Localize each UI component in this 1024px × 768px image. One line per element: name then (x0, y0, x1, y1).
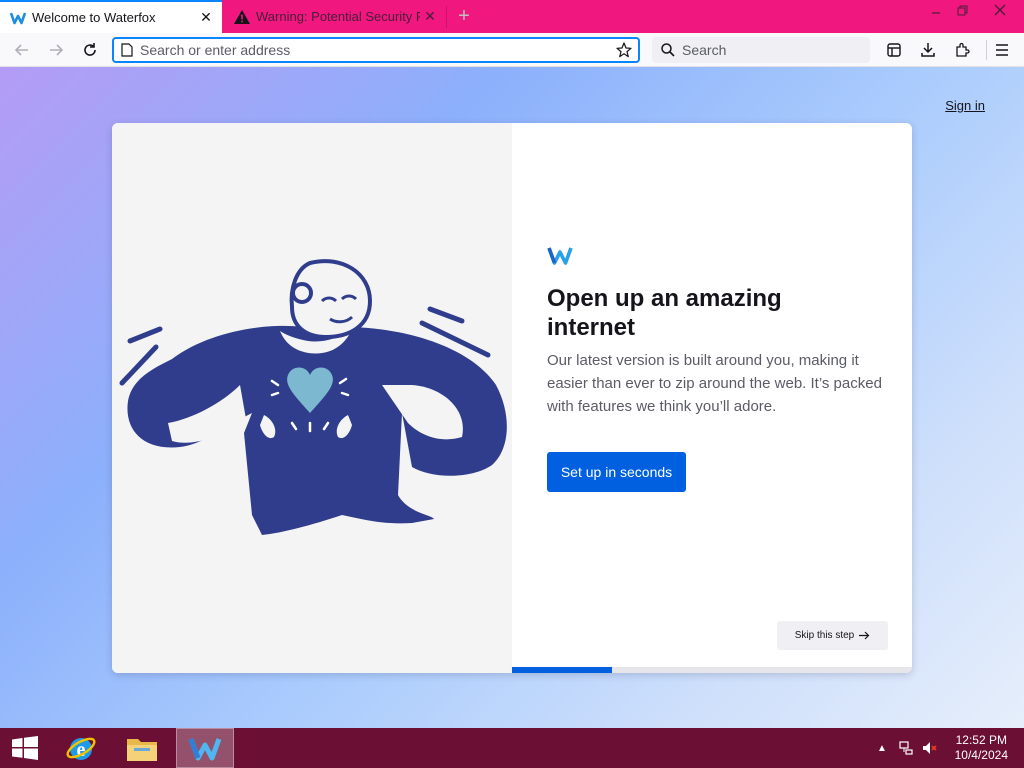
waterfox-icon (10, 10, 26, 26)
set-up-button[interactable]: Set up in seconds (547, 452, 686, 492)
system-clock[interactable]: 12:52 PM 10/4/2024 (955, 733, 1008, 763)
warning-icon (234, 9, 250, 25)
tab-security-warning[interactable]: Warning: Potential Security Risk Ahead ✕ (224, 0, 446, 33)
page-content: Sign in Open up an amazing internet Our … (0, 67, 1024, 728)
reader-view-icon[interactable] (882, 38, 906, 62)
waterfox-taskbar-button[interactable] (176, 728, 234, 768)
close-tab-icon[interactable]: ✕ (420, 7, 440, 27)
arrow-right-icon (859, 631, 870, 640)
extensions-icon[interactable] (950, 38, 974, 62)
back-arrow-icon[interactable] (10, 38, 34, 62)
network-icon[interactable] (898, 740, 914, 756)
welcome-panel: Open up an amazing internet Our latest v… (512, 123, 912, 673)
sign-in-link[interactable]: Sign in (945, 98, 985, 113)
heart-person-illustration (119, 259, 507, 535)
page-title: Open up an amazing internet (547, 285, 782, 341)
skip-step-button[interactable]: Skip this step (777, 621, 888, 650)
address-bar[interactable] (112, 37, 640, 63)
forward-arrow-icon[interactable] (44, 38, 68, 62)
new-tab-icon[interactable]: + (452, 4, 476, 28)
tab-strip: Welcome to Waterfox ✕ Warning: Potential… (0, 0, 1024, 33)
search-input[interactable] (682, 42, 870, 58)
skip-step-label: Skip this step (794, 630, 855, 641)
search-icon (660, 42, 676, 58)
close-tab-icon[interactable]: ✕ (196, 8, 216, 28)
clock-time: 12:52 PM (955, 733, 1007, 747)
clock-date: 10/4/2024 (954, 748, 1008, 762)
tab-title: Warning: Potential Security Risk Ahead (256, 9, 420, 24)
illustration-panel (112, 123, 512, 673)
windows-logo-icon (12, 736, 38, 760)
reload-icon[interactable] (78, 38, 102, 62)
waterfox-logo-icon (547, 247, 573, 265)
url-input[interactable] (140, 42, 614, 58)
windows-taskbar: e ▲ 12:52 PM 10/4/2024 (0, 728, 1024, 768)
downloads-icon[interactable] (916, 38, 940, 62)
restore-icon[interactable] (946, 0, 978, 20)
onboarding-progress-bar (512, 667, 912, 673)
bookmark-star-icon[interactable] (614, 40, 634, 60)
file-explorer-icon[interactable] (116, 728, 168, 768)
close-window-icon[interactable] (984, 0, 1016, 20)
onboarding-card: Open up an amazing internet Our latest v… (112, 123, 912, 673)
start-button[interactable] (2, 728, 48, 768)
navigation-toolbar (0, 33, 1024, 67)
internet-explorer-icon[interactable]: e (56, 728, 106, 768)
volume-muted-icon[interactable] (922, 740, 938, 756)
show-hidden-icons-icon[interactable]: ▲ (874, 740, 890, 756)
toolbar-separator (986, 40, 987, 60)
waterfox-icon (188, 738, 222, 761)
search-bar[interactable] (652, 37, 870, 63)
tab-separator (446, 6, 447, 28)
tab-title: Welcome to Waterfox (32, 10, 156, 25)
page-subtitle: Our latest version is built around you, … (547, 352, 882, 415)
progress-fill (512, 667, 612, 673)
menu-hamburger-icon[interactable] (990, 38, 1014, 62)
page-icon (120, 43, 134, 57)
tab-welcome[interactable]: Welcome to Waterfox ✕ (0, 0, 222, 33)
